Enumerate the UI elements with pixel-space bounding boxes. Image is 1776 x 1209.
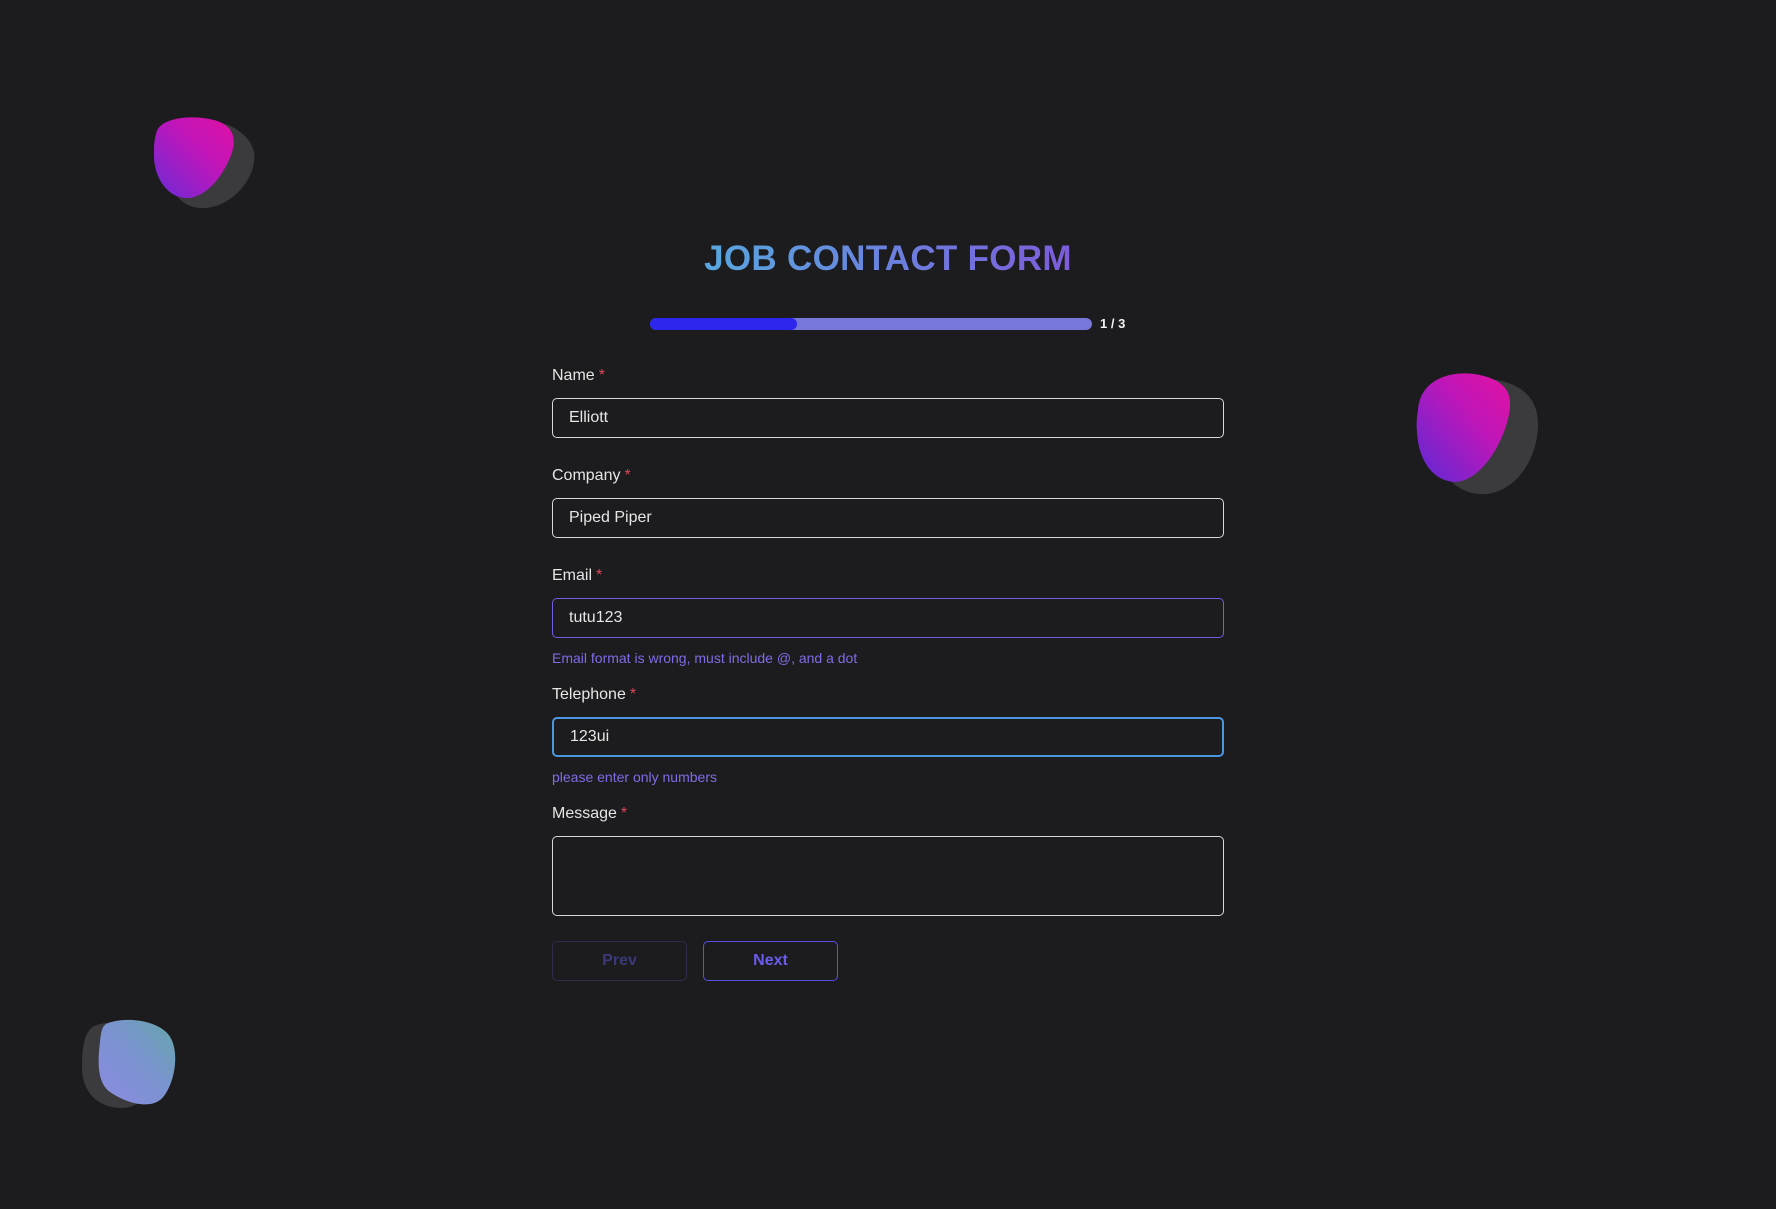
required-marker: *: [624, 467, 631, 484]
required-marker: *: [629, 686, 637, 703]
email-field-group: Email* Email format is wrong, must inclu…: [552, 564, 1224, 667]
required-marker: *: [596, 567, 603, 584]
progress-bar-track: [650, 317, 1092, 330]
company-input[interactable]: [552, 498, 1224, 538]
message-field-group: Message *: [552, 802, 1224, 921]
decorative-blob-top-left: [150, 112, 260, 212]
name-field-group: Name *: [552, 364, 1224, 438]
progress-bar-fill: [650, 317, 798, 330]
required-marker: *: [598, 367, 605, 384]
message-label: Message *: [552, 805, 628, 822]
next-button[interactable]: Next: [703, 941, 838, 981]
email-error-message: Email format is wrong, must include @, a…: [552, 650, 858, 666]
telephone-error-message: please enter only numbers: [552, 769, 717, 785]
message-textarea[interactable]: [552, 836, 1224, 916]
name-label: Name *: [552, 367, 605, 384]
required-marker: *: [620, 805, 628, 822]
telephone-label: Telephone *: [552, 686, 637, 703]
contact-form: Name* Company* Email* Email format is wr…: [552, 364, 1224, 981]
telephone-field-group: Telephone* please enter only numbers: [552, 683, 1224, 786]
email-label: Email *: [552, 567, 603, 584]
decorative-blob-right: [1414, 370, 1544, 500]
page-title: JOB CONTACT FORM: [0, 236, 1776, 282]
progress-indicator: 1 / 3: [650, 316, 1125, 331]
name-input[interactable]: [552, 398, 1224, 438]
form-navigation: Prev Next: [552, 941, 1224, 981]
page-title-text: JOB CONTACT FORM: [704, 239, 1072, 278]
telephone-input[interactable]: [552, 717, 1224, 757]
prev-button[interactable]: Prev: [552, 941, 687, 981]
company-field-group: Company *: [552, 464, 1224, 538]
decorative-blob-bottom-left: [80, 1018, 184, 1114]
company-label: Company *: [552, 467, 631, 484]
progress-step-label: 1 / 3: [1100, 316, 1126, 331]
email-input[interactable]: [552, 598, 1224, 638]
page: JOB CONTACT FORM 1 / 3 Name* Company* Em…: [0, 0, 1776, 1209]
